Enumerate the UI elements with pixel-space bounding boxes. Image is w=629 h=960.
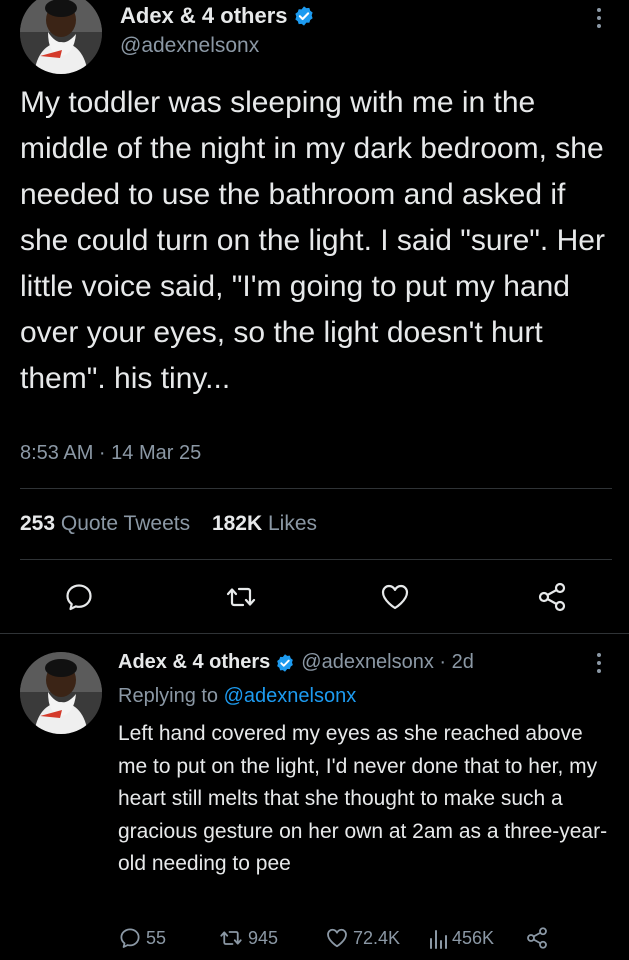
avatar[interactable]: [20, 0, 102, 74]
tweet-stats: 253 Quote Tweets 182K Likes: [20, 512, 333, 536]
view-count: 456K: [452, 927, 495, 948]
author-handle[interactable]: @adexnelsonx: [120, 34, 259, 58]
likes-count[interactable]: 182K: [212, 512, 262, 535]
share-icon: [527, 927, 547, 949]
reply-text: Left hand covered my eyes as she reached…: [118, 722, 608, 875]
heart-icon: [327, 928, 347, 948]
verified-badge-icon: [275, 653, 295, 673]
author-name[interactable]: Adex & 4 others: [120, 3, 288, 29]
verified-badge-icon: [293, 5, 315, 27]
replying-to: Replying to @adexnelsonx: [118, 685, 356, 708]
reply-count: 55: [146, 927, 167, 948]
author-name[interactable]: Adex & 4 others: [118, 651, 270, 674]
divider: [0, 633, 629, 634]
replying-handle-link[interactable]: @adexnelsonx: [224, 685, 357, 707]
avatar[interactable]: [20, 652, 102, 734]
tweet-text: My toddler was sleeping with me in the m…: [20, 86, 605, 395]
more-vertical-icon[interactable]: [593, 651, 605, 675]
views-button[interactable]: 456K: [428, 926, 494, 950]
author-row: Adex & 4 others: [120, 3, 315, 29]
avatar-image: [20, 652, 102, 734]
tweet-timestamp[interactable]: 8:53 AM · 14 Mar 25: [20, 442, 201, 465]
main-tweet: Adex & 4 others @adexnelsonx My toddler …: [0, 0, 629, 635]
divider: [20, 559, 612, 560]
like-button[interactable]: 72.4K: [325, 926, 400, 950]
heart-icon[interactable]: [379, 581, 411, 613]
retweet-button[interactable]: 945: [218, 926, 278, 950]
likes-label[interactable]: Likes: [268, 512, 317, 535]
reply-author-row: Adex & 4 others @adexnelsonx · 2d: [118, 651, 474, 674]
reply-icon[interactable]: [63, 581, 95, 613]
share-button[interactable]: [525, 926, 553, 950]
reply-action-bar: 55 945 72.4K 456K: [118, 926, 618, 954]
quote-tweets-count[interactable]: 253: [20, 512, 55, 535]
retweet-icon[interactable]: [225, 581, 257, 613]
views-icon: [430, 930, 447, 949]
replying-prefix: Replying to: [118, 685, 219, 707]
divider: [20, 488, 612, 489]
share-icon[interactable]: [536, 581, 568, 613]
quote-tweets-label[interactable]: Quote Tweets: [61, 512, 190, 535]
more-vertical-icon[interactable]: [593, 6, 605, 30]
retweet-icon: [220, 931, 242, 945]
retweet-count: 945: [248, 927, 279, 948]
avatar-image: [20, 0, 102, 74]
reply-button[interactable]: 55: [118, 926, 166, 950]
author-handle-time[interactable]: @adexnelsonx · 2d: [301, 651, 474, 674]
reply-icon: [120, 928, 140, 948]
like-count: 72.4K: [353, 927, 401, 948]
